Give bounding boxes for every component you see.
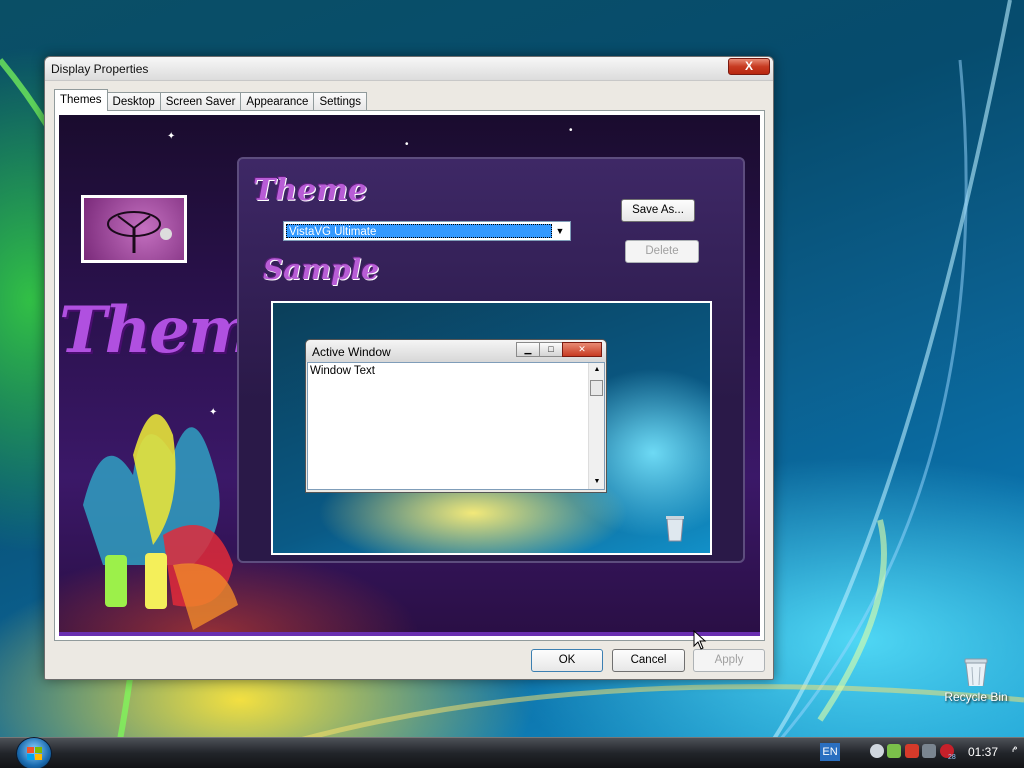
close-button[interactable]: X [728,58,770,75]
tab-appearance[interactable]: Appearance [240,92,315,111]
clock-ampm: م [1012,742,1018,752]
delete-button[interactable]: Delete [625,240,699,263]
chevron-down-icon[interactable]: ▼ [553,224,567,238]
messenger-icon[interactable] [922,744,936,758]
tab-screen-saver[interactable]: Screen Saver [159,92,242,111]
star-icon: ✦ [167,131,176,142]
display-properties-window: Display Properties X Themes Desktop Scre… [44,56,774,680]
close-icon: X [744,59,753,73]
language-indicator[interactable]: EN [820,743,840,761]
scroll-down-icon: ▼ [593,478,601,485]
window-title: Display Properties [51,62,149,76]
title-bar[interactable]: Display Properties X [45,57,773,81]
star-icon: • [569,125,573,136]
theme-sample-preview: Active Window ▁ □ ✕ Window Text ▲ ▼ [271,301,712,555]
tab-strip: Themes Desktop Screen Saver Appearance S… [54,89,368,111]
recycle-bin-icon [964,658,988,686]
sample-window-body: Window Text ▲ ▼ [307,362,605,490]
ok-button[interactable]: OK [531,649,603,672]
close-icon: ✕ [562,342,602,357]
scroll-thumb [590,380,603,396]
security-shield-icon[interactable] [905,744,919,758]
save-as-button[interactable]: Save As... [621,199,695,222]
paint-splash-icon [83,414,238,630]
network-icon[interactable] [870,744,884,758]
tab-desktop[interactable]: Desktop [106,92,161,111]
theme-select-value: VistaVG Ultimate [286,224,552,238]
safely-remove-icon[interactable] [887,744,901,758]
sample-title-bar: Active Window ▁ □ ✕ [306,340,606,362]
tray-badge: 28 [948,754,956,761]
theme-heading: Theme [253,173,368,208]
start-button[interactable] [16,737,52,768]
mouse-cursor-icon [693,630,707,650]
themes-art-background: ✦ • • ✦ ✦ Themes [59,115,760,636]
theme-select[interactable]: VistaVG Ultimate ▼ [283,221,571,241]
sample-window-title: Active Window [312,345,391,359]
windows-logo-icon [27,747,43,761]
sample-active-window: Active Window ▁ □ ✕ Window Text ▲ ▼ [305,339,607,493]
recycle-bin-desktop-icon[interactable]: Recycle Bin [938,656,1014,704]
themes-panel: ✦ • • ✦ ✦ Themes [54,110,765,641]
tree-picture-icon [81,195,187,263]
sample-scrollbar: ▲ ▼ [588,363,604,489]
sample-heading: Sample [263,253,380,286]
scroll-up-icon: ▲ [593,366,601,373]
clock[interactable]: 01:37 [968,745,998,759]
recycle-bin-icon [666,516,684,542]
cancel-button[interactable]: Cancel [612,649,685,672]
sample-window-controls: ▁ □ ✕ [516,342,602,357]
apply-button[interactable]: Apply [693,649,765,672]
maximize-icon: □ [539,342,563,357]
sample-window-text: Window Text [310,365,375,377]
star-icon: • [405,139,409,150]
tab-settings[interactable]: Settings [313,92,368,111]
recycle-bin-label: Recycle Bin [944,690,1008,704]
minimize-icon: ▁ [516,342,540,357]
tab-themes[interactable]: Themes [54,89,108,111]
